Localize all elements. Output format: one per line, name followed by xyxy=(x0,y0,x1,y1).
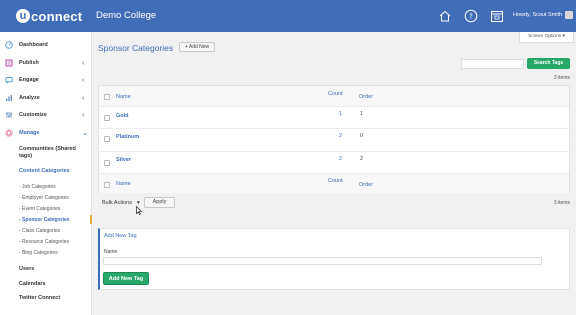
engage-icon xyxy=(5,76,13,84)
column-header-order[interactable]: Order xyxy=(359,94,373,100)
name-field-label: Name xyxy=(104,249,118,255)
sidebar-item-twitter-connect[interactable]: Twitter Connect xyxy=(19,295,60,301)
sidebar-item-label: Engage xyxy=(19,77,39,83)
table-footer: Name Count Order xyxy=(99,174,569,193)
tag-order: 0 xyxy=(360,133,364,139)
select-all-checkbox[interactable] xyxy=(104,94,110,100)
apply-button[interactable]: Apply xyxy=(144,197,175,208)
sidebar-category-job[interactable]: - Job Categories xyxy=(19,184,56,190)
logo[interactable]: u connect xyxy=(16,7,82,25)
add-new-tag-title: Add New Tag xyxy=(104,233,137,239)
column-footer-name[interactable]: Name xyxy=(116,181,131,187)
user-greeting[interactable]: Howdy, Scout Smith xyxy=(513,12,562,18)
table-row: Platinum 2 0 xyxy=(99,129,569,152)
manage-icon xyxy=(5,129,13,137)
sidebar-category-sponsor[interactable]: - Sponsor Categories xyxy=(19,217,70,223)
tag-count-link[interactable]: 2 xyxy=(339,133,342,139)
sidebar-sub-content-categories[interactable]: Content Categories xyxy=(19,168,70,174)
tag-name-field[interactable] xyxy=(103,257,542,265)
tag-name-link[interactable]: Silver xyxy=(116,157,131,163)
publish-icon xyxy=(5,59,13,67)
column-footer-order[interactable]: Order xyxy=(359,182,373,188)
svg-text:?: ? xyxy=(469,13,473,21)
chevron-left-icon: ‹ xyxy=(82,76,85,84)
chevron-down-icon: ⌄ xyxy=(82,130,88,137)
sidebar-sub-communities-cont[interactable]: tags) xyxy=(19,153,32,159)
customize-icon xyxy=(5,111,13,119)
column-header-count[interactable]: Count xyxy=(328,91,343,97)
sidebar-item-label: Customize xyxy=(19,112,47,118)
sidebar-item-label: Manage xyxy=(19,130,40,136)
items-count-bottom: 3 items xyxy=(553,200,570,206)
sidebar-item-label: Dashboard xyxy=(19,42,48,48)
dashboard-icon xyxy=(5,41,13,49)
row-checkbox[interactable] xyxy=(104,136,110,142)
table-header: Name Count Order xyxy=(99,86,569,107)
site-name[interactable]: Demo College xyxy=(96,10,156,21)
sidebar-item-engage[interactable]: Engage ‹ xyxy=(0,73,92,87)
sidebar-sub-communities[interactable]: Communities (Shared xyxy=(19,146,76,152)
tag-name-link[interactable]: Gold xyxy=(116,113,129,119)
chevron-left-icon: ‹ xyxy=(82,59,85,67)
search-input[interactable] xyxy=(461,59,524,69)
sidebar-item-label: Analyze xyxy=(19,95,40,101)
help-icon[interactable]: ? xyxy=(464,9,478,23)
column-footer-count[interactable]: Count xyxy=(328,178,343,184)
table-row: Gold 1 1 xyxy=(99,107,569,129)
tag-count-link[interactable]: 1 xyxy=(339,111,342,117)
top-bar: u connect Demo College ? Howdy, Scout Sm… xyxy=(0,0,576,32)
search-tags-button[interactable]: Search Tags xyxy=(527,58,570,69)
chevron-left-icon: ‹ xyxy=(82,94,85,102)
avatar[interactable] xyxy=(565,11,573,19)
sidebar-item-customize[interactable]: Customize ‹ xyxy=(0,108,92,122)
home-icon[interactable] xyxy=(438,9,452,23)
sidebar-item-dashboard[interactable]: Dashboard xyxy=(0,38,92,52)
page-title: Sponsor Categories xyxy=(98,43,174,53)
tag-name-link[interactable]: Platinum xyxy=(116,134,139,140)
sidebar-category-resource[interactable]: - Resource Categories xyxy=(19,239,69,245)
sidebar-item-analyze[interactable]: Analyze ‹ xyxy=(0,91,92,105)
select-all-checkbox-footer[interactable] xyxy=(104,182,110,188)
add-new-tag-button[interactable]: Add New Tag xyxy=(103,272,149,285)
screen-options-toggle[interactable]: Screen Options ▾ xyxy=(519,32,574,43)
analyze-icon xyxy=(5,94,13,102)
sidebar-item-publish[interactable]: Publish ‹ xyxy=(0,56,92,70)
sidebar-item-calendars[interactable]: Calendars xyxy=(19,281,46,287)
logo-text: connect xyxy=(31,8,83,24)
row-checkbox[interactable] xyxy=(104,160,110,166)
table-row: Silver 2 2 xyxy=(99,152,569,174)
tags-table: Name Count Order Gold 1 1 Platinum 2 0 S… xyxy=(98,85,570,193)
sidebar-category-employer[interactable]: - Employer Categories xyxy=(19,195,69,201)
logo-mark: u xyxy=(16,9,30,23)
bulk-actions-select[interactable]: Bulk Actions xyxy=(102,200,132,206)
tag-count-link[interactable]: 2 xyxy=(339,156,342,162)
column-header-name[interactable]: Name xyxy=(116,94,131,100)
sidebar-item-label: Publish xyxy=(19,60,39,66)
sidebar-item-manage[interactable]: Manage ⌄ xyxy=(0,126,92,140)
chevron-left-icon: ‹ xyxy=(82,111,85,119)
calendar-icon[interactable] xyxy=(490,9,504,23)
sidebar-category-class[interactable]: - Class Categories xyxy=(19,228,60,234)
tag-order: 2 xyxy=(360,156,364,162)
row-checkbox[interactable] xyxy=(104,115,110,121)
items-count-top: 3 items xyxy=(553,75,570,81)
add-new-button[interactable]: + Add New xyxy=(179,42,215,52)
sidebar-item-users[interactable]: Users xyxy=(19,266,34,272)
sidebar-category-blog[interactable]: - Blog Categories xyxy=(19,250,58,256)
current-page-marker xyxy=(90,215,92,224)
sidebar-category-event[interactable]: - Event Categories xyxy=(19,206,60,212)
mouse-cursor-icon xyxy=(136,202,143,215)
tag-order: 1 xyxy=(360,111,364,117)
